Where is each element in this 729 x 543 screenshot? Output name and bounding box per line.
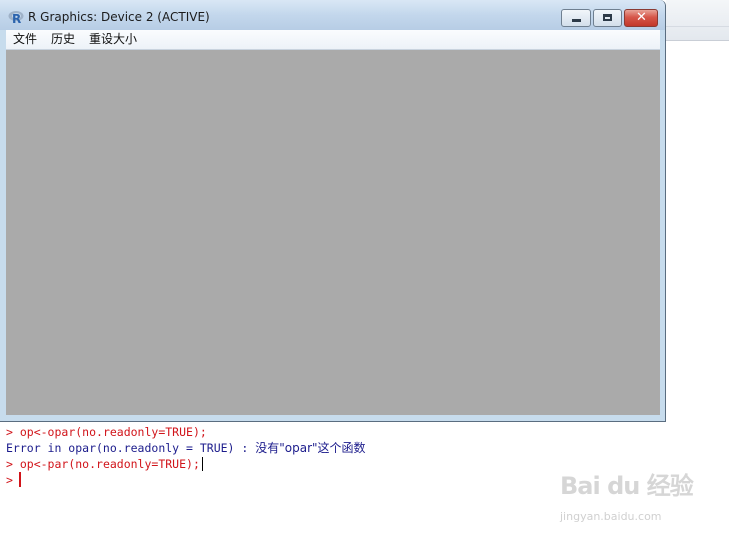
- error-message: 没有"opar"这个函数: [255, 441, 366, 455]
- graphics-canvas[interactable]: [6, 50, 660, 415]
- menu-file[interactable]: 文件: [13, 32, 37, 47]
- window-title: R Graphics: Device 2 (ACTIVE): [28, 10, 210, 24]
- watermark-url: jingyan.baidu.com: [560, 510, 662, 523]
- console-command: op<-opar(no.readonly=TRUE);: [19, 425, 207, 439]
- menu-history[interactable]: 历史: [51, 32, 75, 47]
- console-prompt: >: [6, 457, 20, 471]
- menu-resize[interactable]: 重设大小: [89, 32, 137, 47]
- baidu-watermark: Bai du 经验 jingyan.baidu.com: [560, 466, 710, 524]
- error-text: Error in opar(no.readonly = TRUE) :: [6, 441, 256, 455]
- console-command: op<-par(no.readonly=TRUE);: [19, 457, 200, 471]
- maximize-icon: [603, 14, 612, 21]
- background-window-edge: [666, 0, 729, 41]
- text-cursor: [201, 457, 203, 471]
- r-logo-icon: R: [8, 11, 24, 24]
- console-prompt: >: [6, 425, 20, 439]
- watermark-logo: Bai du 经验: [560, 472, 694, 500]
- close-button[interactable]: ✕: [624, 9, 658, 27]
- title-bar[interactable]: R R Graphics: Device 2 (ACTIVE) ✕: [0, 0, 665, 30]
- minimize-button[interactable]: [561, 9, 591, 27]
- r-graphics-window[interactable]: R R Graphics: Device 2 (ACTIVE) ✕ 文件 历史 …: [0, 0, 666, 422]
- console-prompt: >: [6, 473, 13, 487]
- console-error-line: Error in opar(no.readonly = TRUE) : 没有"o…: [6, 440, 706, 456]
- maximize-button[interactable]: [593, 9, 622, 27]
- svg-text:R: R: [12, 12, 21, 24]
- console-line: > op<-opar(no.readonly=TRUE);: [6, 424, 706, 440]
- input-cursor: [18, 472, 21, 487]
- minimize-icon: [572, 19, 581, 22]
- menu-bar: 文件 历史 重设大小: [6, 30, 660, 50]
- close-icon: ✕: [636, 10, 647, 25]
